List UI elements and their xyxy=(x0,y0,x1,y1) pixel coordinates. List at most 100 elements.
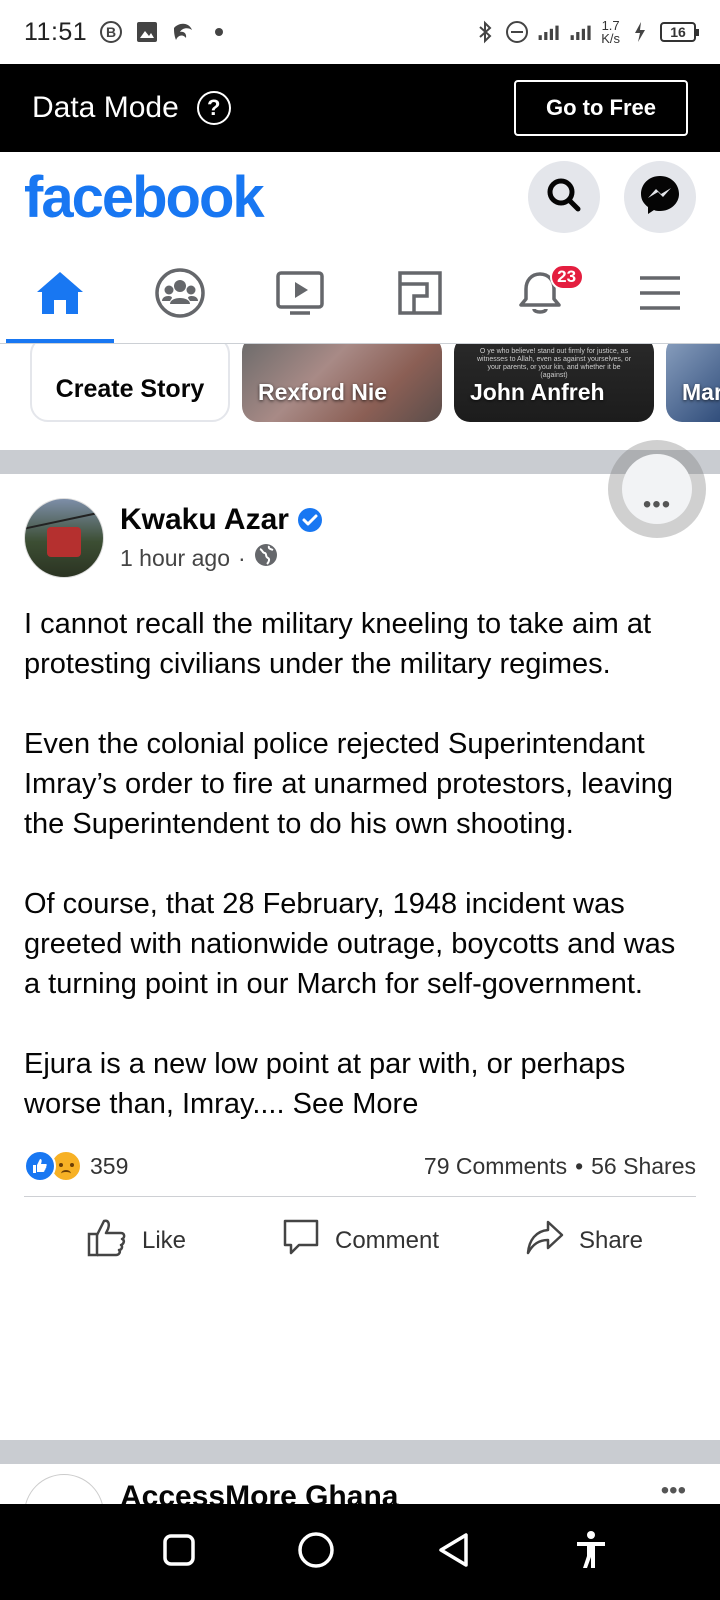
home-circle-icon xyxy=(296,1530,336,1575)
share-icon xyxy=(525,1217,565,1264)
create-story-card[interactable]: Create Story xyxy=(30,344,230,422)
recents-button[interactable] xyxy=(149,1522,209,1582)
svg-text:B: B xyxy=(106,24,116,40)
comment-icon xyxy=(281,1217,321,1264)
next-post-preview[interactable]: AccessMore Ghana ••• xyxy=(0,1464,720,1504)
like-label: Like xyxy=(141,1226,187,1254)
meta-separator: · xyxy=(237,544,246,571)
shares-count[interactable]: 56 Shares xyxy=(591,1153,696,1180)
tab-groups[interactable] xyxy=(120,248,240,343)
story-card[interactable]: O ye who believe! stand out firmly for j… xyxy=(454,344,654,422)
post-timestamp[interactable]: 1 hour ago xyxy=(120,545,230,572)
like-button[interactable]: Like xyxy=(24,1217,248,1264)
tab-home[interactable] xyxy=(0,248,120,343)
help-icon[interactable]: ? xyxy=(196,91,231,125)
next-post-author[interactable]: AccessMore Ghana xyxy=(120,1480,398,1504)
battery-indicator: 16 xyxy=(660,22,699,42)
signal-3g-icon xyxy=(569,20,593,44)
data-mode-bar: Data Mode ? Go to Free xyxy=(0,64,720,152)
status-system-icons: 1.7 K/s 16 xyxy=(473,19,699,45)
reaction-icons xyxy=(24,1150,82,1182)
reaction-count: 359 xyxy=(90,1152,129,1179)
author-row: Kwaku Azar xyxy=(120,503,323,537)
status-notification-icons: B xyxy=(99,20,224,44)
post-paragraph: Of course, that 28 February, 1948 incide… xyxy=(24,888,676,1000)
verified-badge-icon xyxy=(297,507,323,533)
tab-notifications[interactable]: 23 xyxy=(480,248,600,343)
notification-badge: 23 xyxy=(549,264,584,290)
post-more-inner: ••• xyxy=(622,454,692,524)
status-time: 11:51 xyxy=(24,17,88,46)
watch-icon xyxy=(275,270,325,321)
like-reaction-icon xyxy=(24,1150,56,1182)
story-author-label: John Anfreh xyxy=(470,379,605,405)
post-paragraph: Even the colonial police rejected Superi… xyxy=(24,728,674,840)
comment-button[interactable]: Comment xyxy=(248,1217,472,1264)
network-speed-unit: K/s xyxy=(601,31,620,46)
system-navigation-bar xyxy=(0,1504,720,1600)
search-icon xyxy=(544,175,584,220)
back-triangle-icon xyxy=(436,1531,472,1574)
back-button[interactable] xyxy=(424,1522,484,1582)
go-to-free-button[interactable]: Go to Free xyxy=(514,80,688,136)
menu-icon xyxy=(637,273,683,318)
see-more-link[interactable]: See More xyxy=(293,1088,419,1120)
post-meta: Kwaku Azar 1 hour ago · xyxy=(120,503,323,573)
stories-carousel[interactable]: Create Story Rexford Nie O ye who believ… xyxy=(0,344,720,450)
b-circle-icon: B xyxy=(99,20,123,44)
recents-icon xyxy=(162,1533,196,1572)
avatar-cable-car xyxy=(47,527,81,557)
post-time-row: 1 hour ago · xyxy=(120,543,323,573)
accessibility-icon xyxy=(574,1530,608,1575)
messenger-icon xyxy=(638,173,682,222)
tab-watch[interactable] xyxy=(240,248,360,343)
post-more-button[interactable]: ••• xyxy=(608,440,706,538)
search-button[interactable] xyxy=(528,161,600,233)
messenger-button[interactable] xyxy=(624,161,696,233)
story-card[interactable]: Rexford Nie xyxy=(242,344,442,422)
reactions-summary[interactable]: 359 79 Comments • 56 Shares xyxy=(0,1124,720,1182)
comment-label: Comment xyxy=(334,1226,440,1254)
groups-icon xyxy=(154,267,206,324)
app-logo-icon xyxy=(171,20,195,44)
thumbs-up-icon xyxy=(86,1217,128,1264)
post-paragraph: I cannot recall the military kneeling to… xyxy=(24,608,652,680)
dnd-icon xyxy=(505,20,529,44)
status-bar: 11:51 B 1.7 K/s 16 xyxy=(0,0,720,64)
more-horizontal-icon[interactable]: ••• xyxy=(661,1479,686,1503)
author-avatar[interactable] xyxy=(24,498,104,578)
signal-icon xyxy=(537,20,561,44)
tab-menu[interactable] xyxy=(600,248,720,343)
story-card[interactable]: Mar xyxy=(666,344,720,422)
post-body: I cannot recall the military kneeling to… xyxy=(0,578,720,1124)
more-horizontal-icon: ••• xyxy=(642,491,672,518)
story-overlay-text: O ye who believe! stand out firmly for j… xyxy=(476,348,632,379)
status-dot xyxy=(215,28,224,36)
create-story-label: Create Story xyxy=(55,375,205,403)
home-nav-button[interactable] xyxy=(286,1522,346,1582)
image-icon xyxy=(135,20,159,44)
stats-separator: • xyxy=(575,1152,584,1179)
feed-divider xyxy=(0,1440,720,1464)
bluetooth-icon xyxy=(473,20,497,44)
header-actions xyxy=(528,161,696,233)
tab-navigation: 23 xyxy=(0,248,720,344)
tab-marketplace[interactable] xyxy=(360,248,480,343)
post-action-bar: Like Comment Share xyxy=(24,1196,696,1284)
charging-icon xyxy=(628,20,652,44)
globe-icon xyxy=(254,543,278,573)
comments-count[interactable]: 79 Comments xyxy=(424,1153,567,1180)
share-label: Share xyxy=(578,1226,644,1254)
author-name[interactable]: Kwaku Azar xyxy=(120,503,289,537)
home-icon xyxy=(35,270,85,321)
app-header: facebook xyxy=(0,152,720,242)
accessibility-button[interactable] xyxy=(561,1522,621,1582)
story-author-label: Mar xyxy=(682,379,720,405)
post-paragraph-last: Ejura is a new low point at par with, or… xyxy=(24,1044,696,1124)
network-speed: 1.7 K/s xyxy=(601,19,620,45)
engagement-stats: 79 Comments • 56 Shares xyxy=(424,1153,696,1180)
next-post-avatar[interactable] xyxy=(24,1474,104,1504)
share-button[interactable]: Share xyxy=(472,1217,696,1264)
marketplace-icon xyxy=(397,270,443,321)
story-author-label: Rexford Nie xyxy=(258,379,388,405)
